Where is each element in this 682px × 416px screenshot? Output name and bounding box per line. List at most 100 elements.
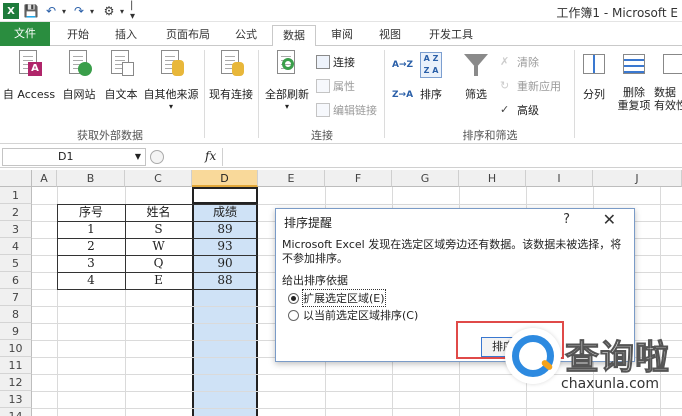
save-icon[interactable]: 💾	[24, 3, 39, 19]
row-header[interactable]: 1	[0, 187, 32, 204]
column-header-h[interactable]: H	[459, 170, 526, 187]
group-label-get-external-data: 获取外部数据	[77, 129, 143, 142]
row-header[interactable]: 14	[0, 408, 32, 416]
edit-links-button[interactable]: 编辑链接	[316, 102, 377, 118]
column-header-d[interactable]: D	[192, 170, 258, 187]
row-header[interactable]: 12	[0, 374, 32, 391]
excel-logo-icon: X	[3, 3, 19, 19]
reapply-button[interactable]: ↻ 重新应用	[500, 78, 561, 94]
row-header[interactable]: 4	[0, 238, 32, 255]
text-to-columns-button[interactable]: 分列	[576, 50, 612, 102]
existing-connections-icon	[218, 50, 244, 80]
formula-input[interactable]	[222, 148, 680, 166]
clear-filter-button[interactable]: ✗ 清除	[500, 54, 539, 70]
redo-dropdown-icon[interactable]: ▾	[88, 3, 96, 19]
active-cell-d1[interactable]	[192, 187, 258, 204]
table-cell[interactable]: E	[125, 272, 192, 289]
row-header[interactable]: 10	[0, 340, 32, 357]
radio-checked-icon[interactable]	[288, 292, 299, 304]
row-header[interactable]: 7	[0, 289, 32, 306]
customize-tool-icon[interactable]: ⚙	[102, 3, 116, 19]
table-cell[interactable]: 3	[57, 255, 125, 272]
tab-file[interactable]: 文件	[0, 22, 50, 46]
formula-bar-resize-icon[interactable]	[150, 150, 164, 164]
help-icon[interactable]: ?	[563, 212, 570, 227]
advanced-filter-button[interactable]: ✓ 高级	[500, 102, 539, 118]
table-cell[interactable]: W	[125, 238, 192, 255]
table-header-cell[interactable]: 姓名	[125, 204, 192, 221]
table-cell[interactable]: 4	[57, 272, 125, 289]
tab-view[interactable]: 视图	[370, 25, 410, 46]
close-icon[interactable]: ✕	[603, 210, 616, 229]
ribbon-separator	[258, 50, 259, 138]
table-header-cell[interactable]: 成绩	[192, 204, 258, 221]
properties-button[interactable]: 属性	[316, 78, 355, 94]
data-validation-button[interactable]: 数据 有效性	[654, 50, 682, 112]
from-web-button[interactable]: 自网站	[58, 50, 100, 102]
chevron-down-icon[interactable]: ▼	[135, 149, 141, 165]
table-header-cell[interactable]: 序号	[57, 204, 125, 221]
insert-function-icon[interactable]: fx	[205, 149, 216, 163]
row-header[interactable]: 2	[0, 204, 32, 221]
table-cell[interactable]: 1	[57, 221, 125, 238]
table-cell[interactable]: 2	[57, 238, 125, 255]
tab-insert[interactable]: 插入	[106, 25, 146, 46]
refresh-all-button[interactable]: 全部刷新 ▾	[262, 50, 312, 111]
from-text-button[interactable]: 自文本	[100, 50, 142, 102]
sort-ascending-button[interactable]: A→Z	[392, 60, 413, 70]
table-cell[interactable]: 93	[192, 238, 258, 255]
column-header-b[interactable]: B	[57, 170, 125, 187]
tab-formulas[interactable]: 公式	[226, 25, 266, 46]
row-header[interactable]: 5	[0, 255, 32, 272]
sort-button[interactable]: A ZZ A 排序	[414, 50, 448, 102]
table-cell[interactable]: 89	[192, 221, 258, 238]
option-expand-selection[interactable]: 扩展选定区域(E)	[288, 289, 386, 307]
column-header-a[interactable]: A	[32, 170, 57, 187]
existing-connections-button[interactable]: 现有连接	[206, 50, 256, 102]
tab-home[interactable]: 开始	[58, 25, 98, 46]
option-current-selection[interactable]: 以当前选定区域排序(C)	[288, 307, 418, 323]
connections-button[interactable]: 连接	[316, 54, 355, 70]
filter-button[interactable]: 筛选	[456, 50, 496, 102]
column-header-g[interactable]: G	[392, 170, 459, 187]
column-header-c[interactable]: C	[125, 170, 192, 187]
row-header[interactable]: 9	[0, 323, 32, 340]
ribbon-separator	[574, 50, 575, 138]
web-icon	[66, 50, 92, 80]
row-header[interactable]: 8	[0, 306, 32, 323]
undo-dropdown-icon[interactable]: ▾	[60, 3, 68, 19]
from-access-button[interactable]: A 自 Access	[2, 50, 56, 102]
remove-duplicates-button[interactable]: 删除 重复项	[614, 50, 654, 112]
tab-page-layout[interactable]: 页面布局	[156, 25, 220, 46]
name-box[interactable]: D1 ▼	[2, 148, 146, 166]
toolbar-more-icon[interactable]: |▾	[130, 0, 136, 22]
row-header[interactable]: 11	[0, 357, 32, 374]
radio-unchecked-icon[interactable]	[288, 309, 299, 321]
customize-dropdown-icon[interactable]: ▾	[118, 3, 126, 19]
row-header[interactable]: 3	[0, 221, 32, 238]
table-cell[interactable]: S	[125, 221, 192, 238]
undo-icon[interactable]: ↶	[44, 3, 58, 19]
redo-icon[interactable]: ↷	[72, 3, 86, 19]
access-icon: A	[16, 50, 42, 80]
column-header-j[interactable]: J	[593, 170, 682, 187]
column-header-f[interactable]: F	[325, 170, 392, 187]
table-cell[interactable]: 90	[192, 255, 258, 272]
table-cell[interactable]: Q	[125, 255, 192, 272]
row-header[interactable]: 13	[0, 391, 32, 408]
split-columns-icon	[581, 50, 607, 80]
group-label-connections: 连接	[311, 129, 333, 142]
column-header-e[interactable]: E	[258, 170, 325, 187]
column-header-i[interactable]: I	[526, 170, 593, 187]
from-other-sources-button[interactable]: 自其他来源 ▾	[140, 50, 202, 111]
ribbon-data: A 自 Access 自网站 自文本 自其他来源 ▾ 现有连接 获取外部数据 全…	[0, 46, 682, 144]
chevron-down-icon: ▾	[284, 102, 289, 111]
table-cell[interactable]: 88	[192, 272, 258, 289]
tab-developer[interactable]: 开发工具	[418, 25, 484, 46]
tab-review[interactable]: 审阅	[322, 25, 362, 46]
select-all-corner[interactable]	[0, 170, 32, 187]
row-header[interactable]: 6	[0, 272, 32, 289]
tab-data[interactable]: 数据	[272, 25, 316, 47]
ribbon-separator	[384, 50, 385, 138]
sort-descending-button[interactable]: Z→A	[392, 90, 413, 100]
